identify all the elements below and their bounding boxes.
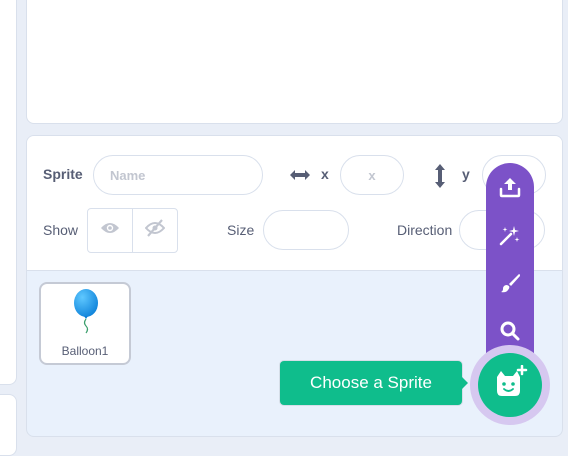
- blocks-panel-edge: [0, 0, 17, 385]
- show-hidden-button[interactable]: [132, 209, 177, 252]
- eye-icon: [100, 221, 120, 240]
- size-label: Size: [227, 222, 255, 238]
- x-input[interactable]: [340, 155, 404, 195]
- size-input[interactable]: [263, 210, 349, 250]
- y-label: y: [462, 166, 470, 182]
- choose-sprite-button[interactable]: [478, 353, 542, 417]
- direction-label: Direction: [397, 222, 453, 238]
- choose-sprite-tooltip: Choose a Sprite: [280, 361, 462, 405]
- horizontal-arrows-icon: [288, 166, 312, 189]
- sprite-name-label: Balloon1: [61, 344, 109, 358]
- sprite-label: Sprite: [43, 166, 83, 182]
- vertical-arrows-icon: [431, 163, 449, 194]
- sprite-name-input[interactable]: [93, 155, 263, 195]
- eye-slash-icon: [144, 219, 166, 242]
- tooltip-arrow: [461, 376, 468, 390]
- surprise-icon[interactable]: [498, 223, 522, 247]
- blocks-panel-edge-lower: [0, 394, 17, 456]
- search-icon[interactable]: [498, 319, 522, 343]
- balloon-icon: [72, 289, 100, 340]
- show-toggle-group: [87, 208, 178, 253]
- show-visible-button[interactable]: [88, 209, 132, 252]
- stage-area[interactable]: [26, 0, 563, 124]
- paint-icon[interactable]: [498, 271, 522, 295]
- sprite-info-panel: Sprite x y Show Size Dire: [27, 136, 562, 271]
- sprite-thumbnail[interactable]: Balloon1: [39, 282, 131, 365]
- show-label: Show: [43, 222, 79, 238]
- cat-plus-icon: [492, 364, 528, 406]
- x-label: x: [321, 166, 329, 182]
- upload-icon[interactable]: [498, 175, 522, 199]
